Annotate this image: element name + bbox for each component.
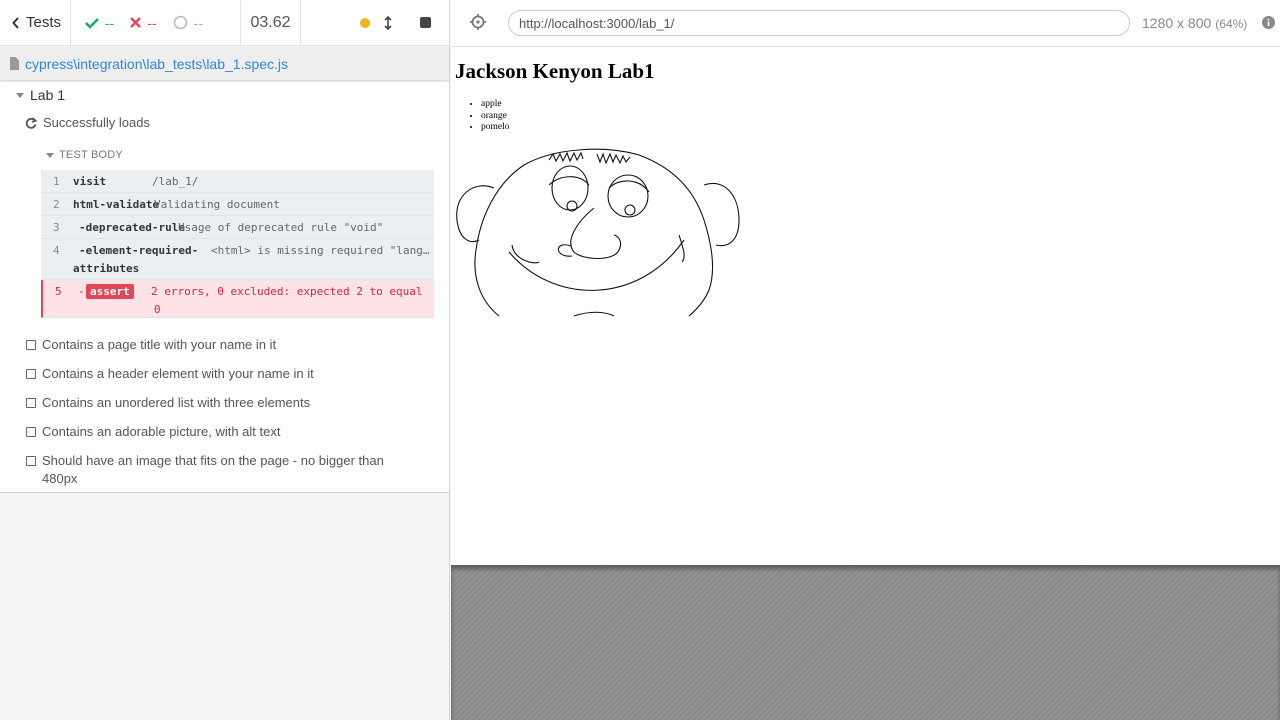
pending-checkbox-icon bbox=[26, 456, 36, 466]
page-heading: Jackson Kenyon Lab1 bbox=[455, 59, 655, 83]
test-title: Should have an image that fits on the pa… bbox=[42, 453, 384, 486]
test-title: Contains a page title with your name in … bbox=[42, 337, 277, 352]
running-indicator bbox=[360, 17, 370, 28]
test-title: Contains an unordered list with three el… bbox=[42, 395, 311, 410]
viewport-scale: (64%) bbox=[1215, 17, 1248, 31]
x-icon bbox=[130, 17, 142, 28]
passed-count: -- bbox=[105, 14, 115, 31]
test-successfully-loads[interactable]: Successfully loads bbox=[25, 114, 425, 132]
stats: -- -- -- bbox=[71, 0, 241, 46]
failed-count: -- bbox=[147, 14, 157, 31]
crosshair-icon[interactable] bbox=[469, 13, 487, 31]
command-name: html-validate bbox=[73, 198, 160, 211]
command-number: 1 bbox=[53, 175, 60, 188]
command-row[interactable]: 4 -element-required- attributes <html> i… bbox=[41, 239, 434, 280]
caret-down-icon bbox=[16, 92, 24, 98]
test-title: Contains a header element with your name… bbox=[42, 366, 314, 381]
passed-stat: -- bbox=[85, 15, 114, 31]
suite-title: Lab 1 bbox=[30, 87, 66, 103]
test-title: Contains an adorable picture, with alt t… bbox=[42, 424, 281, 439]
pending-checkbox-icon bbox=[26, 340, 36, 350]
file-icon bbox=[10, 57, 19, 70]
viewport-size: 1280 x 800 bbox=[1142, 15, 1212, 31]
spec-file-link[interactable]: cypress\integration\lab_tests\lab_1.spec… bbox=[25, 56, 288, 72]
command-message: Usage of deprecated rule "void" bbox=[178, 221, 384, 234]
command-name: -deprecated-rule bbox=[79, 221, 185, 234]
viewport-info[interactable]: 1280 x 800 (64%) bbox=[1142, 15, 1247, 31]
info-icon[interactable] bbox=[1262, 16, 1275, 29]
reporter-panel: Tests -- -- -- 03.62 cypress\integration… bbox=[0, 0, 450, 720]
test-title: Successfully loads bbox=[43, 115, 150, 130]
spinner-icon bbox=[173, 15, 187, 30]
command-number: 3 bbox=[53, 221, 60, 234]
check-icon bbox=[85, 17, 99, 29]
resize-icon[interactable] bbox=[384, 15, 392, 30]
suite-lab-1[interactable]: Lab 1 bbox=[16, 87, 65, 103]
reporter-header: Tests -- -- -- 03.62 bbox=[0, 0, 449, 46]
url-bar: http://localhost:3000/lab_1/ 1280 x 800(… bbox=[451, 0, 1280, 47]
test-unordered-list[interactable]: Contains an unordered list with three el… bbox=[26, 394, 426, 412]
list-item: pomelo bbox=[481, 122, 510, 134]
command-row[interactable]: 2 html-validate Validating document bbox=[41, 193, 434, 216]
command-dash: - bbox=[78, 285, 85, 298]
test-page-title[interactable]: Contains a page title with your name in … bbox=[26, 336, 426, 354]
duration: 03.62 bbox=[241, 0, 301, 46]
pending-stat: -- bbox=[173, 15, 203, 31]
app-under-test: Jackson Kenyon Lab1 apple orange pomelo bbox=[451, 47, 1280, 565]
test-image-fits[interactable]: Should have an image that fits on the pa… bbox=[26, 452, 406, 488]
back-label: Tests bbox=[26, 14, 62, 31]
command-message: Validating document bbox=[154, 198, 280, 211]
pending-count: -- bbox=[193, 14, 203, 31]
command-name: visit bbox=[73, 175, 107, 188]
command-message-cont: 0 bbox=[154, 303, 161, 316]
stop-icon[interactable] bbox=[420, 17, 431, 28]
refresh-icon bbox=[25, 117, 37, 129]
back-to-tests-button[interactable]: Tests bbox=[0, 0, 71, 46]
command-number: 2 bbox=[53, 198, 60, 211]
pending-checkbox-icon bbox=[26, 427, 36, 437]
test-adorable-picture[interactable]: Contains an adorable picture, with alt t… bbox=[26, 423, 426, 441]
command-number: 4 bbox=[53, 244, 60, 257]
command-message: /lab_1/ bbox=[152, 175, 199, 188]
list-item: orange bbox=[481, 111, 510, 123]
face-drawing-image bbox=[456, 148, 740, 317]
failed-stat: -- bbox=[130, 14, 157, 31]
test-body-label: TEST BODY bbox=[59, 149, 123, 161]
command-log: 1 visit /lab_1/ 2 html-validate Validati… bbox=[41, 170, 434, 318]
spec-bar: cypress\integration\lab_tests\lab_1.spec… bbox=[0, 47, 449, 81]
command-row[interactable]: 3 -deprecated-rule Usage of deprecated r… bbox=[41, 216, 434, 239]
test-body-toggle[interactable]: TEST BODY bbox=[46, 149, 123, 161]
url-input[interactable]: http://localhost:3000/lab_1/ bbox=[508, 10, 1130, 36]
command-name: -element-required- bbox=[79, 244, 199, 257]
command-name-cont: attributes bbox=[73, 262, 140, 275]
chevron-left-icon bbox=[12, 16, 19, 29]
command-message: 2 errors, 0 excluded: expected 2 to equa… bbox=[151, 285, 423, 298]
command-message: <html> is missing required "lang… bbox=[211, 244, 430, 257]
caret-down-icon bbox=[46, 152, 54, 158]
runner-panel: http://localhost:3000/lab_1/ 1280 x 800(… bbox=[451, 0, 1280, 720]
viewport-background bbox=[451, 565, 1280, 720]
pending-checkbox-icon bbox=[26, 369, 36, 379]
test-header-element[interactable]: Contains a header element with your name… bbox=[26, 365, 426, 383]
command-row-failed[interactable]: 5 - assert 2 errors, 0 excluded: expecte… bbox=[41, 280, 434, 318]
test-list: Lab 1 Successfully loads TEST BODY 1 vis… bbox=[0, 82, 449, 493]
assert-badge: assert bbox=[86, 284, 134, 299]
command-row[interactable]: 1 visit /lab_1/ bbox=[41, 170, 434, 193]
pending-checkbox-icon bbox=[26, 398, 36, 408]
list-item: apple bbox=[481, 99, 510, 111]
fruit-list: apple orange pomelo bbox=[481, 99, 510, 134]
command-number: 5 bbox=[55, 285, 62, 298]
run-controls bbox=[301, 0, 449, 46]
